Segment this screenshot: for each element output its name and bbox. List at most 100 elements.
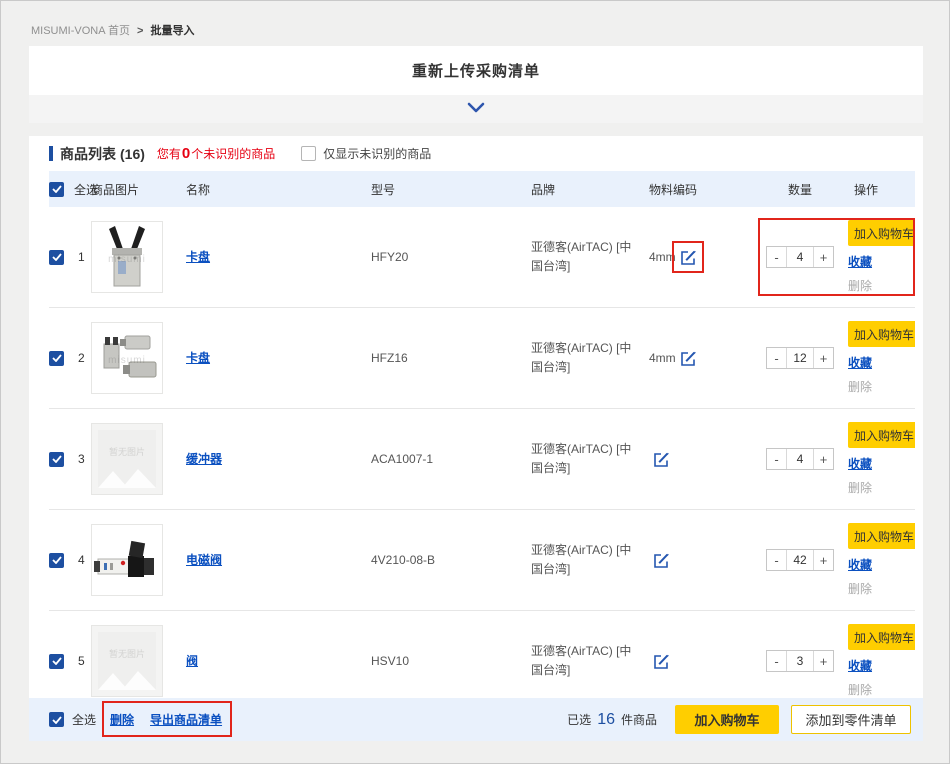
footer-delete-link[interactable]: 删除 [110, 711, 134, 728]
favorite-link[interactable]: 收藏 [848, 354, 872, 371]
upload-section: 重新上传采购清单 [29, 46, 923, 123]
add-to-parts-list-button[interactable]: 添加到零件清单 [791, 705, 911, 734]
row-checkbox[interactable] [49, 250, 64, 265]
material-code-cell [649, 451, 754, 468]
product-photo-gripper: misumi [92, 222, 162, 292]
add-to-cart-button[interactable]: 加入购物车 [848, 624, 915, 650]
quantity-decrease-button[interactable]: - [767, 449, 786, 469]
product-brand: 亚德客(AirTAC) [中国台湾] [531, 440, 649, 477]
quantity-cell: - 12 + [754, 347, 846, 369]
row-index: 4 [69, 553, 91, 567]
footer-select-all-label: 全选 [72, 711, 96, 728]
product-rows: 1 misumi [49, 207, 915, 698]
quantity-increase-button[interactable]: + [814, 247, 833, 267]
product-image: misumi misumi [91, 423, 163, 495]
quantity-value[interactable]: 3 [786, 651, 814, 671]
product-name-link[interactable]: 阀 [186, 654, 198, 668]
product-model: HSV10 [371, 654, 531, 668]
material-code-cell: 4mm [649, 350, 754, 367]
favorite-link[interactable]: 收藏 [848, 657, 872, 674]
footer-export-link[interactable]: 导出商品清单 [150, 711, 222, 728]
list-title-row: 商品列表 (16) 您有0个未识别的商品 仅显示未识别的商品 [29, 136, 923, 171]
delete-link[interactable]: 删除 [848, 378, 872, 395]
unrecognized-count: 0 [182, 145, 190, 162]
row-index: 1 [69, 250, 91, 264]
filter-unrecognized[interactable]: 仅显示未识别的商品 [301, 145, 431, 162]
quantity-value[interactable]: 4 [786, 449, 814, 469]
quantity-decrease-button[interactable]: - [767, 247, 786, 267]
add-to-cart-button[interactable]: 加入购物车 [848, 523, 915, 549]
quantity-stepper: - 3 + [766, 650, 834, 672]
row-actions: 加入购物车 收藏 删除 [846, 321, 915, 395]
add-to-cart-button[interactable]: 加入购物车 [848, 422, 915, 448]
table-row: 3 misumi [49, 409, 915, 510]
row-actions: 加入购物车 收藏 删除 [846, 220, 915, 294]
table-row: 5 misumi [49, 611, 915, 698]
edit-material-code-icon[interactable] [680, 249, 697, 266]
delete-link[interactable]: 删除 [848, 479, 872, 496]
quantity-increase-button[interactable]: + [814, 651, 833, 671]
row-actions: 加入购物车 收藏 删除 [846, 523, 915, 597]
edit-material-code-icon[interactable] [653, 552, 670, 569]
quantity-value[interactable]: 42 [786, 550, 814, 570]
quantity-decrease-button[interactable]: - [767, 348, 786, 368]
filter-checkbox[interactable] [301, 146, 316, 161]
product-name-link[interactable]: 卡盘 [186, 250, 210, 264]
add-to-cart-button[interactable]: 加入购物车 [848, 321, 915, 347]
edit-material-code-icon[interactable] [680, 350, 697, 367]
footer-add-to-cart-button[interactable]: 加入购物车 [675, 705, 779, 734]
quantity-increase-button[interactable]: + [814, 550, 833, 570]
quantity-decrease-button[interactable]: - [767, 651, 786, 671]
quantity-stepper: - 4 + [766, 246, 834, 268]
material-code-cell: 4mm [649, 249, 754, 266]
product-model: HFY20 [371, 250, 531, 264]
row-actions: 加入购物车 收藏 删除 [846, 624, 915, 698]
quantity-decrease-button[interactable]: - [767, 550, 786, 570]
material-code-value: 4mm [649, 250, 676, 264]
row-checkbox[interactable] [49, 351, 64, 366]
title-accent-bar [49, 146, 53, 161]
favorite-link[interactable]: 收藏 [848, 253, 872, 270]
row-actions: 加入购物车 收藏 删除 [846, 422, 915, 496]
add-to-cart-button[interactable]: 加入购物车 [848, 220, 915, 246]
column-select-all: 全选 [69, 181, 91, 198]
quantity-value[interactable]: 12 [786, 348, 814, 368]
delete-link[interactable]: 删除 [848, 277, 872, 294]
material-code-cell [649, 653, 754, 670]
favorite-link[interactable]: 收藏 [848, 455, 872, 472]
product-photo-grippers: misumi [92, 323, 162, 393]
collapse-toggle[interactable] [29, 95, 923, 123]
delete-link[interactable]: 删除 [848, 580, 872, 597]
quantity-stepper: - 12 + [766, 347, 834, 369]
select-all-checkbox[interactable] [49, 182, 64, 197]
quantity-increase-button[interactable]: + [814, 348, 833, 368]
product-name-link[interactable]: 缓冲器 [186, 452, 222, 466]
product-name-link[interactable]: 卡盘 [186, 351, 210, 365]
row-checkbox[interactable] [49, 452, 64, 467]
product-brand: 亚德客(AirTAC) [中国台湾] [531, 238, 649, 275]
quantity-increase-button[interactable]: + [814, 449, 833, 469]
footer-select-all-checkbox[interactable] [49, 712, 64, 727]
column-name: 名称 [186, 181, 371, 198]
delete-link[interactable]: 删除 [848, 681, 872, 698]
breadcrumb-home-link[interactable]: MISUMI-VONA 首页 [31, 25, 130, 37]
footer-links: 删除 导出商品清单 [110, 711, 222, 728]
column-quantity: 数量 [754, 181, 846, 198]
edit-material-code-icon[interactable] [653, 653, 670, 670]
product-list-card: 商品列表 (16) 您有0个未识别的商品 仅显示未识别的商品 全选 商品图片 名… [29, 136, 923, 741]
column-model: 型号 [371, 181, 531, 198]
favorite-link[interactable]: 收藏 [848, 556, 872, 573]
row-index: 3 [69, 452, 91, 466]
row-checkbox[interactable] [49, 654, 64, 669]
edit-material-code-icon[interactable] [653, 451, 670, 468]
selected-summary: 已选 16 件商品 [567, 711, 657, 729]
quantity-cell: - 4 + [754, 246, 846, 268]
product-name-link[interactable]: 电磁阀 [186, 553, 222, 567]
product-brand: 亚德客(AirTAC) [中国台湾] [531, 642, 649, 679]
table-row: 2 misumi [49, 308, 915, 409]
filter-label: 仅显示未识别的商品 [323, 145, 431, 162]
row-checkbox[interactable] [49, 553, 64, 568]
column-brand: 品牌 [531, 181, 649, 198]
material-code-cell [649, 552, 754, 569]
quantity-value[interactable]: 4 [786, 247, 814, 267]
